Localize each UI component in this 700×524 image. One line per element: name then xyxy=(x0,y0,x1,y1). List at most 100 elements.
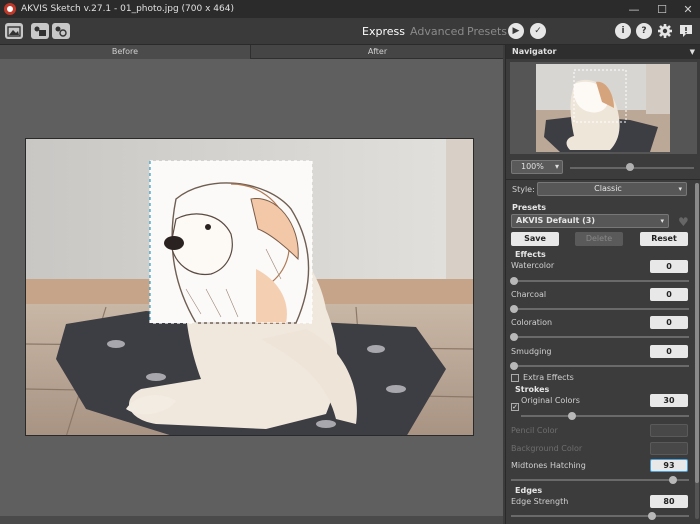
tab-presets[interactable]: Presets xyxy=(467,25,507,38)
save-preset-button[interactable]: Save xyxy=(511,232,559,246)
pencil-color-label: Pencil Color xyxy=(511,426,558,435)
notification-icon xyxy=(680,25,692,37)
zoom-slider-handle[interactable] xyxy=(626,163,634,171)
open-image-button[interactable] xyxy=(5,23,23,39)
midtones-hatching-slider[interactable] xyxy=(511,479,689,481)
view-tabs: Before After xyxy=(0,45,503,59)
charcoal-label: Charcoal xyxy=(511,290,547,299)
gear-icon xyxy=(658,24,672,38)
original-colors-input[interactable]: 30 xyxy=(650,394,688,407)
info-icon: i xyxy=(621,26,625,36)
panel-scrollbar[interactable] xyxy=(695,183,699,519)
watercolor-label: Watercolor xyxy=(511,261,555,270)
background-color-swatch[interactable] xyxy=(650,442,688,455)
chevron-down-icon: ▾ xyxy=(660,217,664,225)
edge-strength-slider-handle[interactable] xyxy=(648,512,656,520)
panel-scrollbar-thumb[interactable] xyxy=(695,183,699,483)
original-colors-slider-handle[interactable] xyxy=(568,412,576,420)
smudging-label: Smudging xyxy=(511,347,552,356)
watercolor-slider-handle[interactable] xyxy=(510,277,518,285)
checkmark-icon: ✓ xyxy=(512,403,518,411)
close-button[interactable]: ✕ xyxy=(674,0,700,18)
edge-strength-label: Edge Strength xyxy=(511,497,569,506)
original-colors-label: Original Colors xyxy=(521,396,580,405)
dog-photo xyxy=(26,139,473,435)
coloration-label: Coloration xyxy=(511,318,553,327)
edges-label: Edges xyxy=(515,486,543,495)
charcoal-slider[interactable] xyxy=(511,308,689,310)
preset-value: AKVIS Default (3) xyxy=(516,216,595,225)
collapse-icon[interactable]: ▼ xyxy=(690,45,695,59)
strokes-label: Strokes xyxy=(515,385,550,394)
image-canvas-area: Before After xyxy=(0,45,503,524)
maximize-button[interactable]: ☐ xyxy=(648,0,676,18)
background-color-label: Background Color xyxy=(511,444,583,453)
photo-canvas[interactable] xyxy=(25,138,474,436)
coloration-input[interactable]: 0 xyxy=(650,316,688,329)
effects-label: Effects xyxy=(515,250,546,259)
zoom-select[interactable]: 100% ▾ xyxy=(511,160,563,174)
charcoal-input[interactable]: 0 xyxy=(650,288,688,301)
settings-button[interactable] xyxy=(657,23,673,39)
title-bar: AKVIS Sketch v.27.1 - 01_photo.jpg (700 … xyxy=(0,0,700,18)
tab-express[interactable]: Express xyxy=(362,25,405,38)
smudging-slider[interactable] xyxy=(511,365,689,367)
run-button[interactable]: ▶ xyxy=(508,23,524,39)
panel-divider xyxy=(506,179,700,180)
check-icon: ✓ xyxy=(534,26,542,36)
edge-strength-input[interactable]: 80 xyxy=(650,495,688,508)
delete-preset-button[interactable]: Delete xyxy=(575,232,623,246)
tab-advanced[interactable]: Advanced xyxy=(410,25,464,38)
style-value: Classic xyxy=(594,184,622,193)
window-title: AKVIS Sketch v.27.1 - 01_photo.jpg (700 … xyxy=(21,4,234,14)
navigator-preview[interactable] xyxy=(510,62,697,154)
extra-effects-checkbox[interactable] xyxy=(511,374,519,382)
info-button[interactable]: i xyxy=(615,23,631,39)
help-button[interactable]: ? xyxy=(636,23,652,39)
midtones-hatching-input[interactable]: 93 xyxy=(650,459,688,472)
zoom-value: 100% xyxy=(521,162,544,171)
style-dropdown[interactable]: Classic ▾ xyxy=(537,182,687,196)
save-image-icon xyxy=(34,26,46,36)
help-icon: ? xyxy=(641,26,647,36)
chevron-down-icon: ▾ xyxy=(678,185,682,193)
smudging-input[interactable]: 0 xyxy=(650,345,688,358)
apply-button[interactable]: ✓ xyxy=(530,23,546,39)
batch-button[interactable] xyxy=(52,23,70,39)
app-logo-icon xyxy=(4,3,16,15)
original-colors-checkbox[interactable]: ✓ xyxy=(511,403,519,411)
favorite-heart-icon[interactable]: ♥ xyxy=(678,215,689,229)
midtones-hatching-label: Midtones Hatching xyxy=(511,461,586,470)
presets-label: Presets xyxy=(512,203,547,212)
style-label: Style: xyxy=(512,185,535,194)
save-image-button[interactable] xyxy=(31,23,49,39)
watercolor-slider[interactable] xyxy=(511,280,689,282)
pencil-color-swatch[interactable] xyxy=(650,424,688,437)
preset-dropdown[interactable]: AKVIS Default (3) ▾ xyxy=(511,214,669,228)
smudging-slider-handle[interactable] xyxy=(510,362,518,370)
navigator-thumbnail xyxy=(510,62,697,154)
settings-panel: Navigator ▼ 100% ▾ Style: Classic ▾ Pres… xyxy=(505,45,700,524)
canvas-scrollbar[interactable] xyxy=(0,516,503,524)
navigator-title: Navigator xyxy=(512,47,557,56)
midtones-hatching-slider-handle[interactable] xyxy=(669,476,677,484)
toolbar: Express Advanced Presets ▶ ✓ i ? xyxy=(0,18,700,45)
extra-effects-label: Extra Effects xyxy=(523,373,574,382)
chevron-down-icon: ▾ xyxy=(554,162,559,171)
original-colors-slider[interactable] xyxy=(521,415,689,417)
edge-strength-slider[interactable] xyxy=(511,515,689,517)
open-image-icon xyxy=(7,26,21,37)
play-icon: ▶ xyxy=(512,26,520,36)
batch-icon xyxy=(55,26,67,37)
coloration-slider-handle[interactable] xyxy=(510,333,518,341)
coloration-slider[interactable] xyxy=(511,336,689,338)
charcoal-slider-handle[interactable] xyxy=(510,305,518,313)
tab-before[interactable]: Before xyxy=(0,45,251,59)
notifications-button[interactable] xyxy=(678,23,694,39)
watercolor-input[interactable]: 0 xyxy=(650,260,688,273)
navigator-header: Navigator ▼ xyxy=(506,45,700,59)
zoom-row: 100% ▾ xyxy=(506,158,700,176)
tab-after[interactable]: After xyxy=(252,45,503,59)
minimize-button[interactable]: — xyxy=(620,0,648,18)
reset-preset-button[interactable]: Reset xyxy=(640,232,688,246)
